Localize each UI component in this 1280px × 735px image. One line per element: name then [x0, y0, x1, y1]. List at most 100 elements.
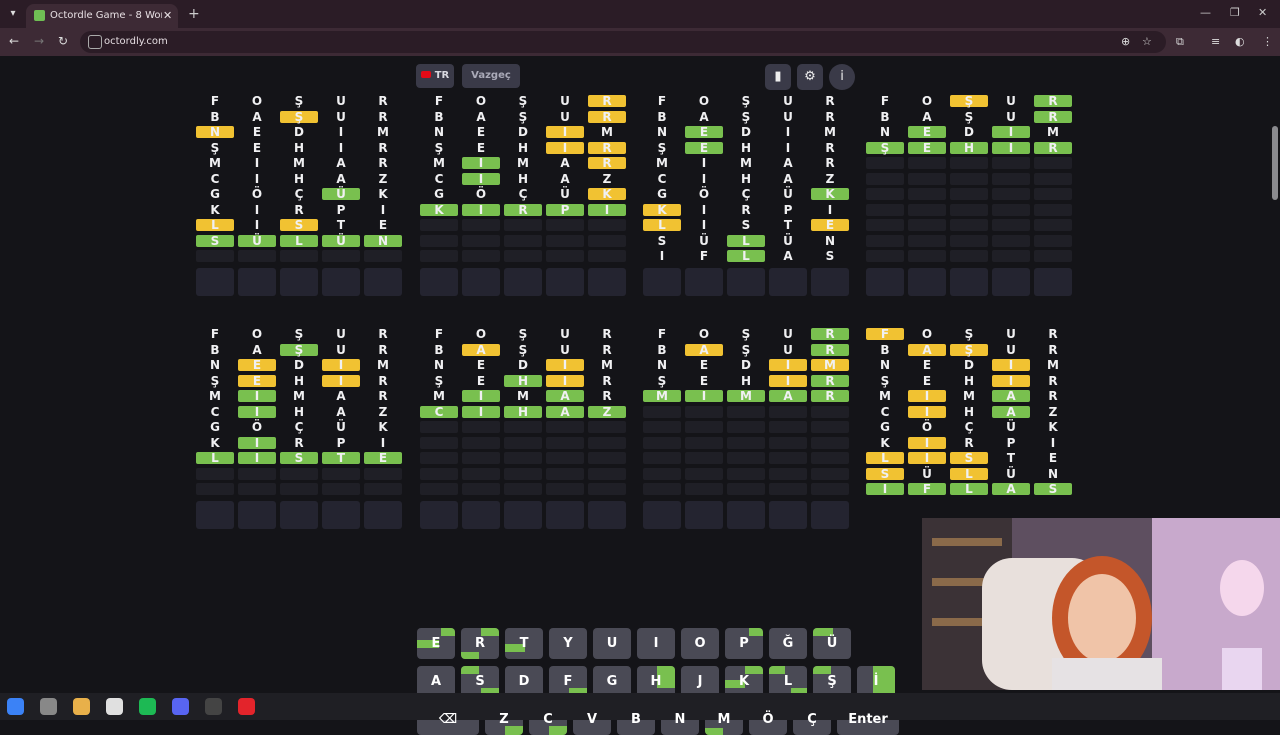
board-status-mark	[505, 726, 523, 735]
bar-chart-icon[interactable]: ▮	[765, 64, 791, 90]
letter-tile: L	[727, 250, 765, 263]
letter-tile: I	[908, 405, 946, 418]
empty-tile	[364, 250, 402, 262]
windows-icon[interactable]	[7, 698, 24, 715]
letter-tile: P	[546, 203, 584, 216]
key-y[interactable]: Y	[549, 628, 587, 659]
key-o[interactable]: O	[681, 628, 719, 659]
input-tile	[866, 267, 904, 296]
letter-tile: R	[1034, 110, 1072, 123]
letter-tile: A	[992, 483, 1030, 496]
new-tab-icon[interactable]: +	[188, 4, 200, 24]
key-ü[interactable]: Ü	[813, 628, 851, 659]
key-r[interactable]: R	[461, 628, 499, 659]
letter-tile: Ş	[518, 94, 528, 108]
task-view-icon[interactable]	[40, 698, 57, 715]
letter-tile: I	[701, 218, 707, 232]
spotify-icon[interactable]	[139, 698, 156, 715]
letter-tile: U	[560, 94, 570, 108]
letter-tile: Ş	[866, 141, 904, 154]
letter-tile: Ü	[322, 234, 360, 247]
empty-tile	[588, 452, 626, 464]
reload-icon[interactable]: ↻	[58, 34, 68, 48]
guess-row: GÖÇÜK	[420, 187, 630, 203]
guess-row: ŞEHIR	[643, 141, 853, 157]
key-e[interactable]: E	[417, 628, 455, 659]
language-button[interactable]: TR	[416, 64, 454, 88]
letter-tile: L	[196, 219, 234, 232]
guess-row: IFLAS	[643, 249, 853, 265]
letter-tile: A	[476, 109, 486, 124]
gear-icon[interactable]: ⚙	[797, 64, 823, 90]
letter-tile: A	[992, 390, 1030, 403]
empty-tile	[462, 452, 500, 464]
letter-tile: H	[504, 405, 542, 418]
input-tile	[992, 267, 1030, 296]
empty-tile	[196, 483, 234, 495]
extensions-icon[interactable]: ⧉	[1176, 35, 1184, 49]
word-board: FOŞURBAŞURNEDIMŞEHIR	[866, 94, 1076, 299]
zoom-icon[interactable]: ⊕	[1121, 35, 1130, 48]
empty-row	[420, 218, 630, 234]
letter-tile: E	[685, 126, 723, 139]
letter-tile: R	[588, 141, 626, 154]
back-icon[interactable]: ←	[9, 34, 19, 48]
letter-tile: R	[825, 109, 835, 124]
guess-row: NEDIM	[866, 125, 1076, 141]
obs-icon[interactable]	[205, 698, 222, 715]
minimize-icon[interactable]: —	[1200, 6, 1211, 19]
discord-icon[interactable]	[172, 698, 189, 715]
empty-tile	[866, 219, 904, 231]
input-tile	[280, 500, 318, 529]
guess-row: CIHAZ	[420, 405, 630, 421]
letter-tile: P	[1006, 435, 1016, 450]
input-tile	[238, 500, 276, 529]
letter-tile: U	[1006, 342, 1016, 357]
letter-tile: Ş	[964, 109, 974, 124]
guess-row: MIMAR	[420, 389, 630, 405]
guess-row: KIRPI	[866, 436, 1076, 452]
forward-icon[interactable]: →	[34, 34, 44, 48]
letter-tile: Ü	[336, 420, 346, 434]
restore-icon[interactable]: ❐	[1230, 6, 1240, 19]
opera-icon[interactable]	[238, 698, 255, 715]
letter-tile: I	[546, 359, 584, 372]
file-explorer-icon[interactable]	[73, 698, 90, 715]
browser-tab[interactable]: Octordle Game - 8 Words Word... ✕	[26, 4, 178, 28]
key-p[interactable]: P	[725, 628, 763, 659]
reading-list-icon[interactable]: ≡	[1211, 35, 1220, 48]
key-u[interactable]: U	[593, 628, 631, 659]
letter-tile: R	[602, 342, 612, 357]
letter-tile: I	[322, 374, 360, 387]
letter-tile: U	[336, 109, 346, 124]
letter-tile: F	[434, 327, 444, 341]
key-t[interactable]: T	[505, 628, 543, 659]
letter-tile: Ş	[294, 327, 304, 341]
letter-tile: L	[950, 483, 988, 496]
cancel-button[interactable]: Vazgeç	[462, 64, 520, 88]
letter-tile: R	[504, 203, 542, 216]
close-tab-icon[interactable]: ✕	[163, 4, 172, 28]
letter-tile: U	[336, 342, 346, 357]
info-icon[interactable]: i	[829, 64, 855, 90]
letter-tile: Ş	[741, 94, 751, 108]
letter-tile: E	[908, 126, 946, 139]
site-info-icon[interactable]	[88, 35, 102, 49]
chrome-menu-icon[interactable]: ⋮	[1262, 35, 1273, 48]
chrome-icon[interactable]	[106, 698, 123, 715]
letter-tile: O	[698, 94, 710, 108]
key-i[interactable]: I	[637, 628, 675, 659]
empty-tile	[588, 234, 626, 247]
key-ğ[interactable]: Ğ	[769, 628, 807, 659]
close-window-icon[interactable]: ✕	[1258, 6, 1267, 19]
guess-row: NEDIM	[196, 125, 406, 141]
tab-search-icon[interactable]: ▾	[4, 5, 22, 23]
guess-row: LIS T E	[866, 451, 1076, 467]
empty-tile	[866, 157, 904, 169]
page-scrollbar[interactable]	[1272, 126, 1278, 200]
bookmark-star-icon[interactable]: ☆	[1142, 35, 1152, 48]
letter-tile: R	[588, 95, 626, 108]
profile-avatar-icon[interactable]: ◐	[1235, 35, 1245, 48]
empty-row	[420, 234, 630, 250]
omnibox[interactable]: octordly.com	[80, 31, 1166, 53]
